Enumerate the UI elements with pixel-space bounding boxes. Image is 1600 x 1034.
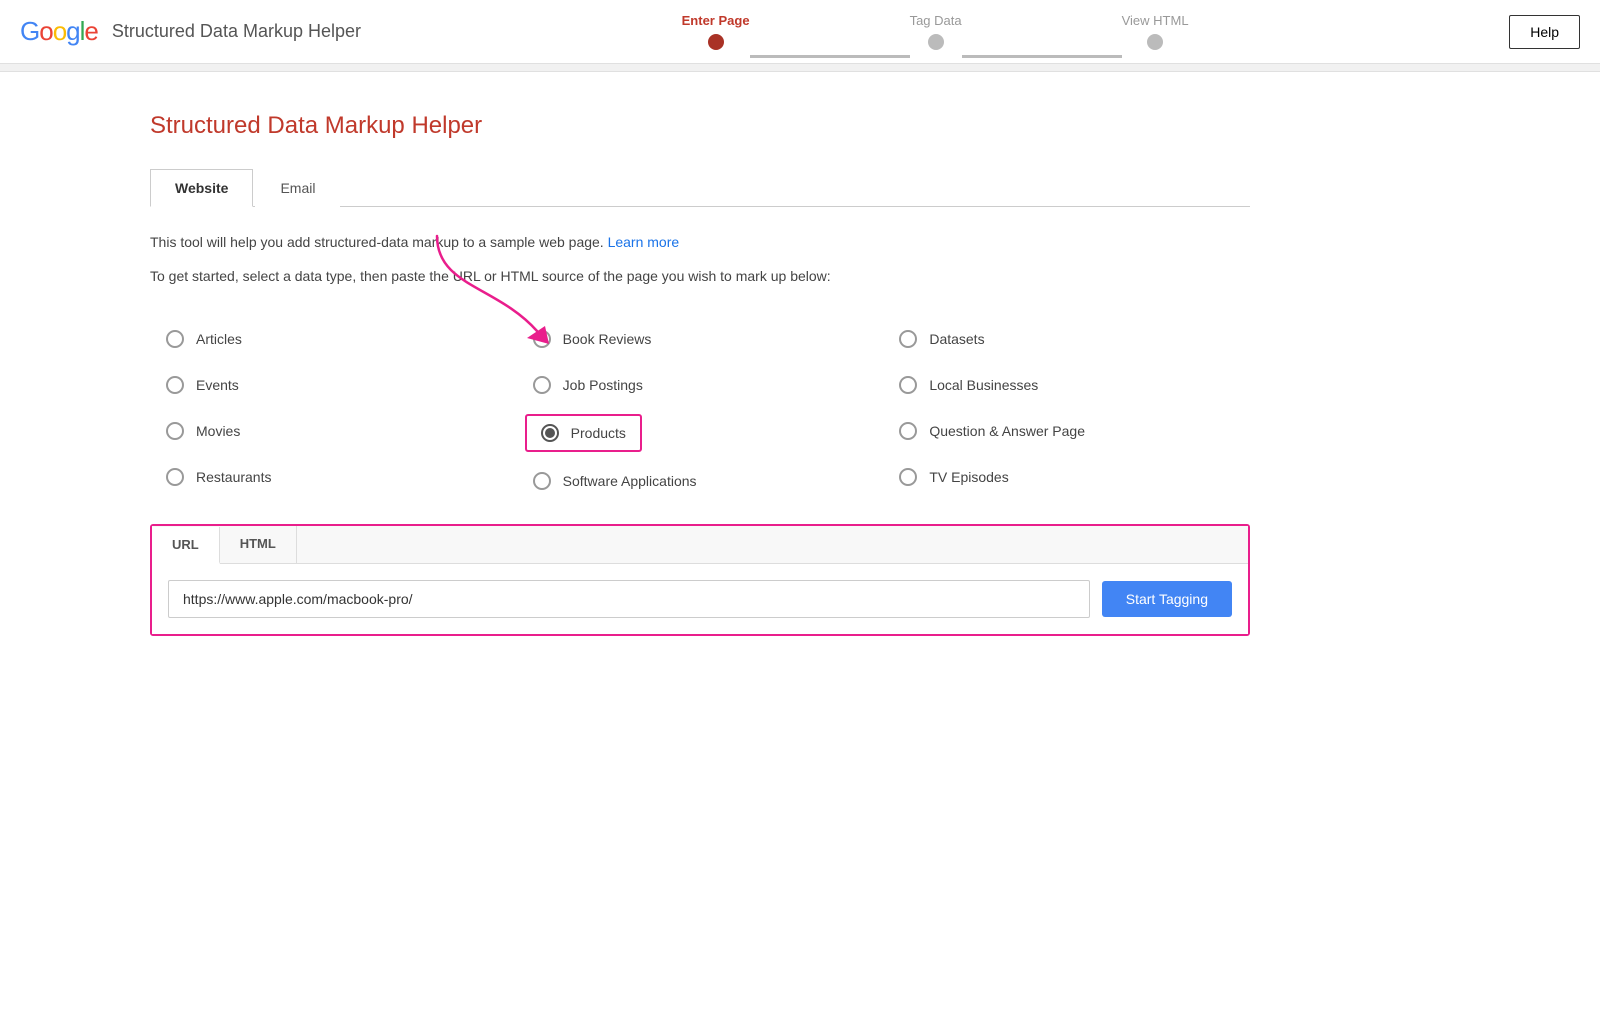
subheader-bar [0, 64, 1600, 72]
radio-events[interactable] [166, 376, 184, 394]
data-type-tv-episodes[interactable]: TV Episodes [883, 454, 1250, 500]
tab-email[interactable]: Email [255, 169, 340, 207]
step-enter-page-label: Enter Page [682, 13, 750, 28]
description-2: To get started, select a data type, then… [150, 265, 1250, 287]
step-tag-data: Tag Data [910, 13, 962, 50]
description-1: This tool will help you add structured-d… [150, 231, 1250, 253]
radio-datasets[interactable] [899, 330, 917, 348]
tab-website[interactable]: Website [150, 169, 253, 207]
label-tv-episodes: TV Episodes [929, 469, 1008, 485]
url-tabs: URL HTML [152, 526, 1248, 564]
step-connector-2 [962, 55, 1122, 58]
radio-tv-episodes[interactable] [899, 468, 917, 486]
data-type-restaurants[interactable]: Restaurants [150, 454, 517, 500]
label-software-applications: Software Applications [563, 473, 697, 489]
header-app-title: Structured Data Markup Helper [112, 21, 361, 42]
url-input[interactable] [168, 580, 1090, 618]
data-type-col-2: Book Reviews Job Postings Products Softw… [517, 316, 884, 504]
url-section: URL HTML Start Tagging [150, 524, 1250, 636]
label-restaurants: Restaurants [196, 469, 271, 485]
radio-job-postings[interactable] [533, 376, 551, 394]
data-type-question-answer[interactable]: Question & Answer Page [883, 408, 1250, 454]
data-type-products[interactable]: Products [517, 408, 884, 458]
radio-restaurants[interactable] [166, 468, 184, 486]
step-tag-data-label: Tag Data [910, 13, 962, 28]
start-tagging-button[interactable]: Start Tagging [1102, 581, 1232, 617]
label-events: Events [196, 377, 239, 393]
label-products: Products [571, 425, 626, 441]
label-movies: Movies [196, 423, 240, 439]
step-tag-data-dot [928, 34, 944, 50]
google-logo: Google [20, 16, 98, 47]
label-local-businesses: Local Businesses [929, 377, 1038, 393]
data-type-job-postings[interactable]: Job Postings [517, 362, 884, 408]
step-enter-page: Enter Page [682, 13, 750, 50]
radio-book-reviews[interactable] [533, 330, 551, 348]
data-type-col-1: Articles Events Movies Restaurants [150, 316, 517, 504]
data-type-datasets[interactable]: Datasets [883, 316, 1250, 362]
data-type-articles[interactable]: Articles [150, 316, 517, 362]
page-title: Structured Data Markup Helper [150, 112, 1250, 140]
tab-url[interactable]: URL [152, 527, 220, 564]
radio-movies[interactable] [166, 422, 184, 440]
step-connector-1 [750, 55, 910, 58]
step-view-html: View HTML [1122, 13, 1189, 50]
data-type-software-applications[interactable]: Software Applications [517, 458, 884, 504]
radio-articles[interactable] [166, 330, 184, 348]
url-input-row: Start Tagging [152, 564, 1248, 634]
header-logo: Google Structured Data Markup Helper [20, 16, 361, 47]
radio-software-applications[interactable] [533, 472, 551, 490]
tab-html[interactable]: HTML [220, 526, 297, 563]
data-type-col-3: Datasets Local Businesses Question & Ans… [883, 316, 1250, 504]
main-content: Structured Data Markup Helper Website Em… [0, 72, 1400, 676]
data-types-grid: Articles Events Movies Restaurants Book … [150, 316, 1250, 504]
learn-more-link[interactable]: Learn more [608, 234, 680, 250]
label-book-reviews: Book Reviews [563, 331, 652, 347]
label-articles: Articles [196, 331, 242, 347]
label-job-postings: Job Postings [563, 377, 643, 393]
radio-question-answer[interactable] [899, 422, 917, 440]
data-type-events[interactable]: Events [150, 362, 517, 408]
step-view-html-dot [1147, 34, 1163, 50]
step-enter-page-dot [708, 34, 724, 50]
data-type-book-reviews[interactable]: Book Reviews [517, 316, 884, 362]
data-type-local-businesses[interactable]: Local Businesses [883, 362, 1250, 408]
step-view-html-label: View HTML [1122, 13, 1189, 28]
label-datasets: Datasets [929, 331, 984, 347]
header: Google Structured Data Markup Helper Ent… [0, 0, 1600, 64]
help-button[interactable]: Help [1509, 15, 1580, 49]
progress-steps: Enter Page Tag Data View HTML [361, 13, 1509, 50]
label-question-answer: Question & Answer Page [929, 423, 1085, 439]
radio-products[interactable] [541, 424, 559, 442]
products-highlight-box: Products [525, 414, 642, 452]
main-tabs: Website Email [150, 168, 1250, 207]
radio-local-businesses[interactable] [899, 376, 917, 394]
data-type-movies[interactable]: Movies [150, 408, 517, 454]
